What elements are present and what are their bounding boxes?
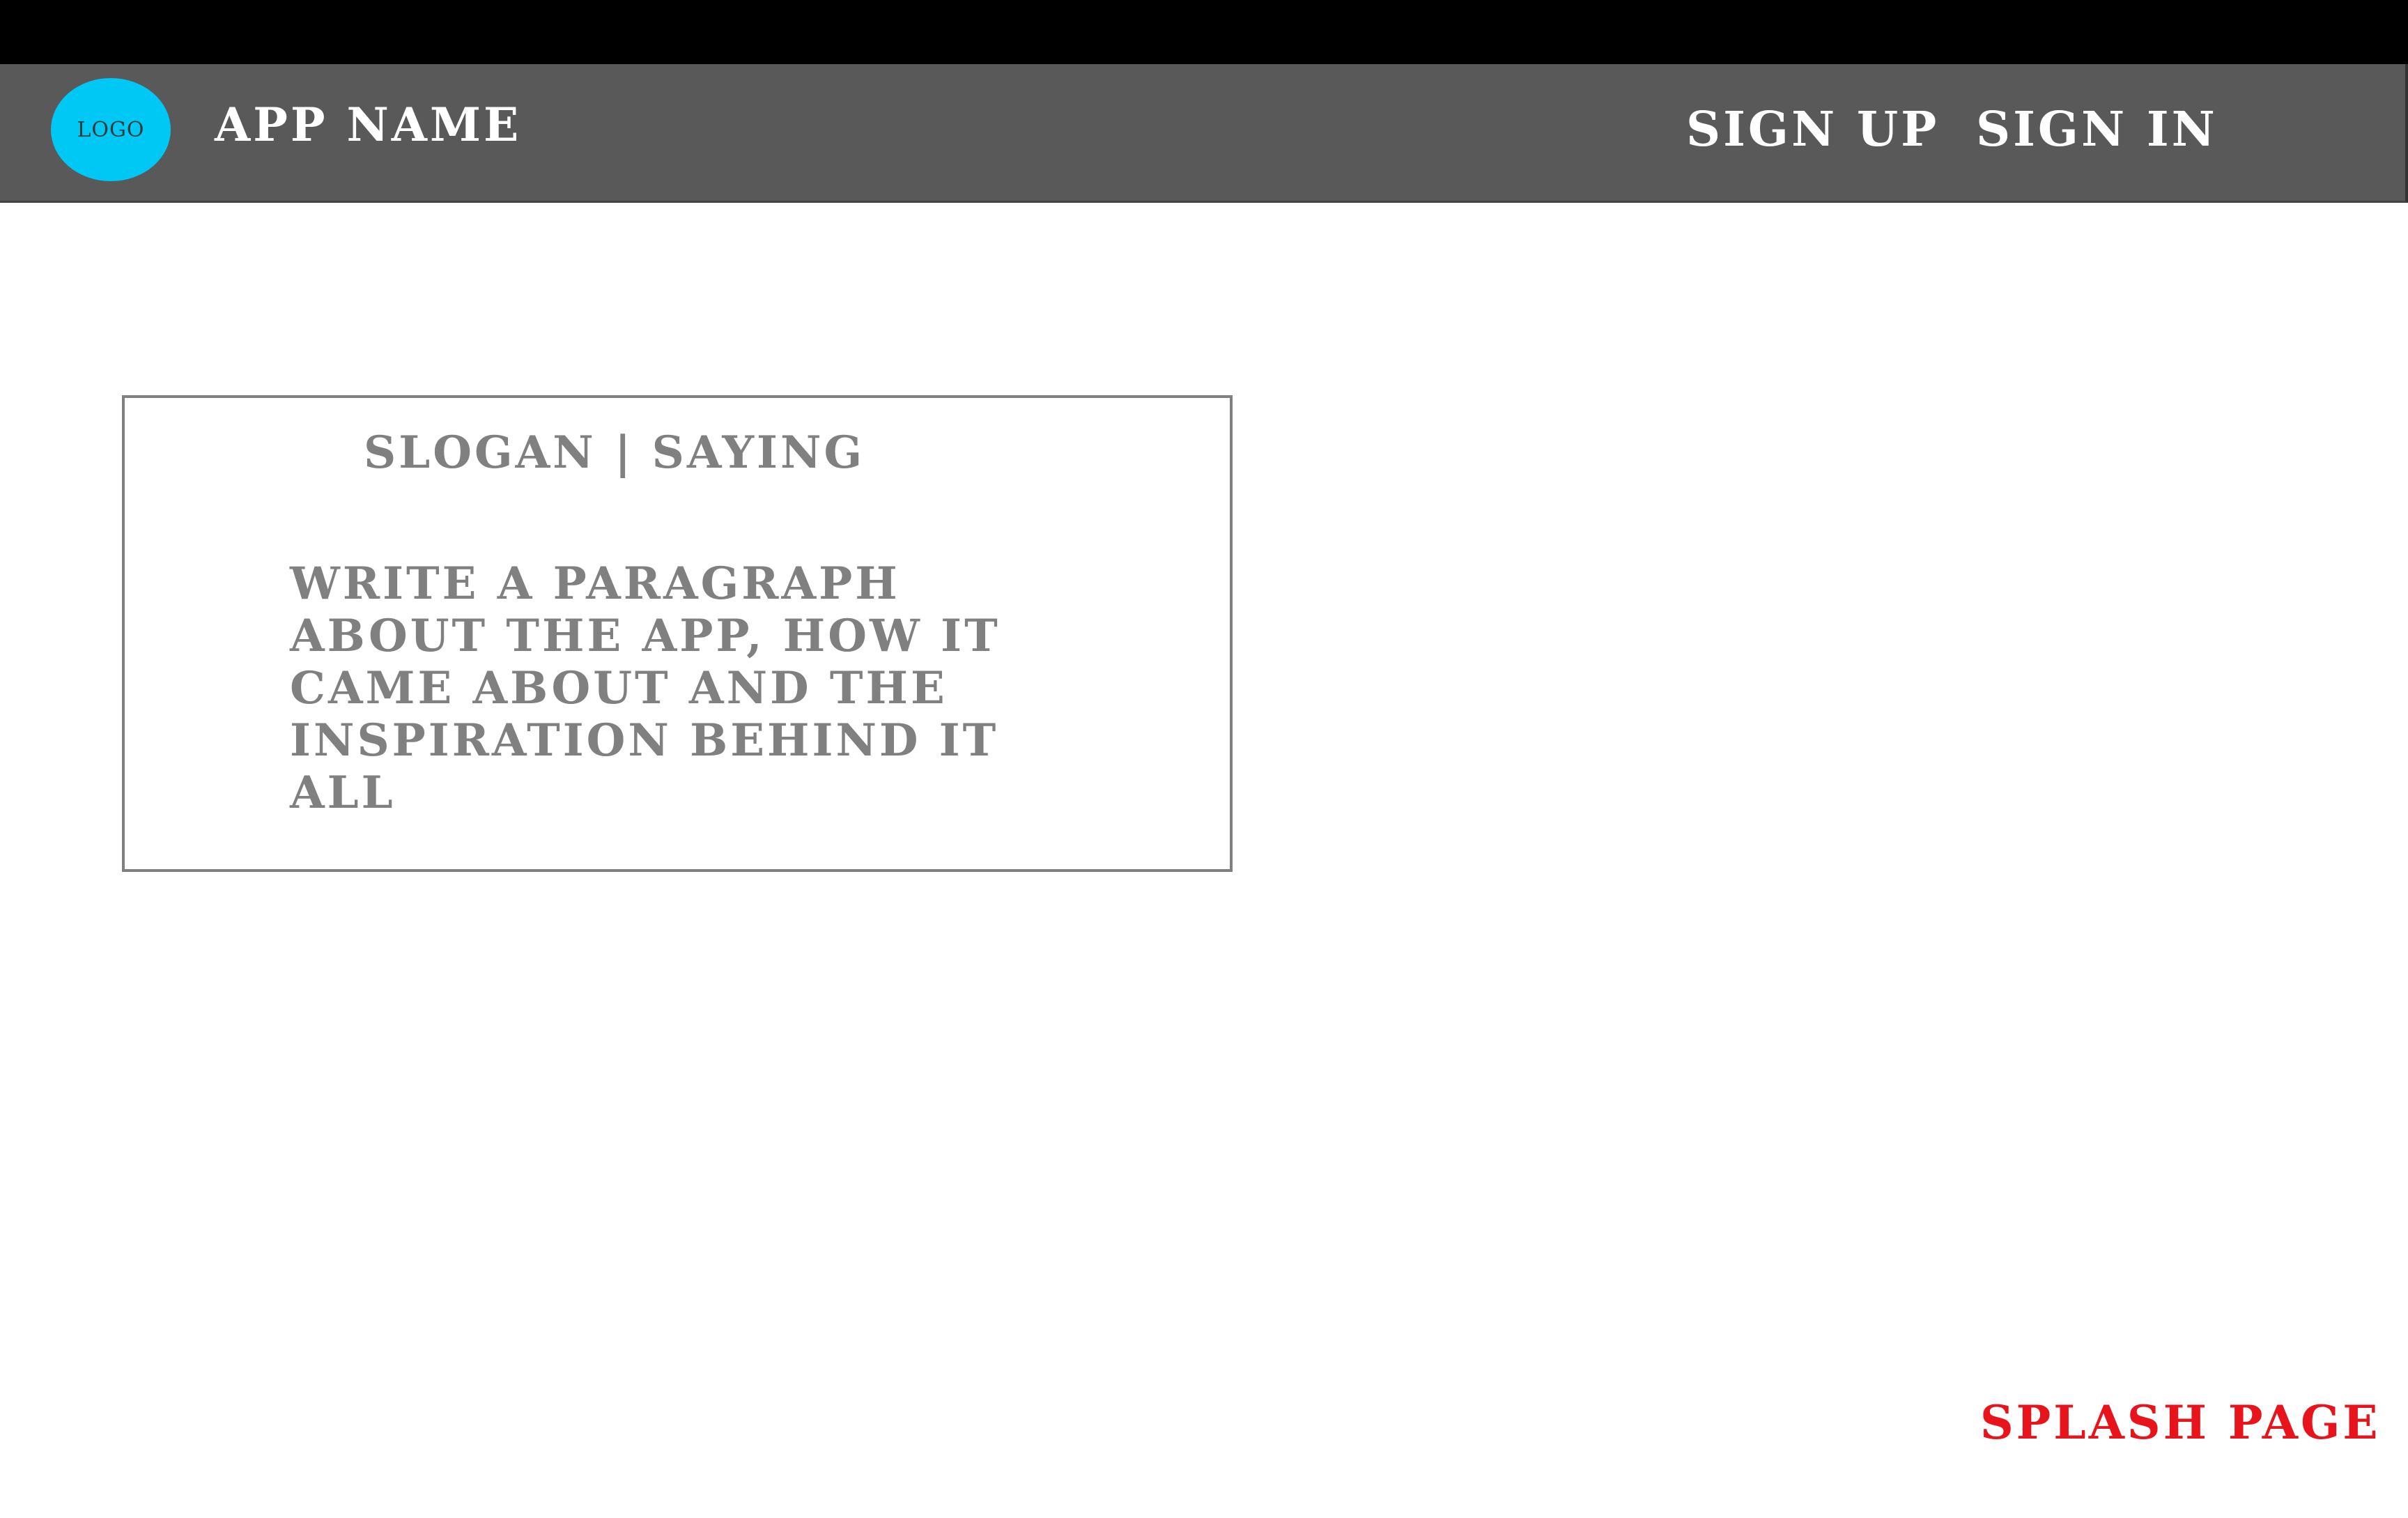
logo-label: LOGO (77, 117, 145, 142)
top-bar (0, 0, 2408, 64)
sign-in-link[interactable]: SIGN IN (1976, 102, 2218, 158)
slogan-heading: SLOGAN | SAYING (364, 427, 865, 479)
sign-up-link[interactable]: SIGN UP (1686, 102, 1939, 158)
intro-paragraph: WRITE A PARAGRAPH ABOUT THE APP, HOW IT … (290, 558, 1001, 819)
logo[interactable]: LOGO (51, 78, 171, 181)
page-label: SPLASH PAGE (1980, 1395, 2381, 1450)
app-name: APP NAME (215, 98, 522, 152)
